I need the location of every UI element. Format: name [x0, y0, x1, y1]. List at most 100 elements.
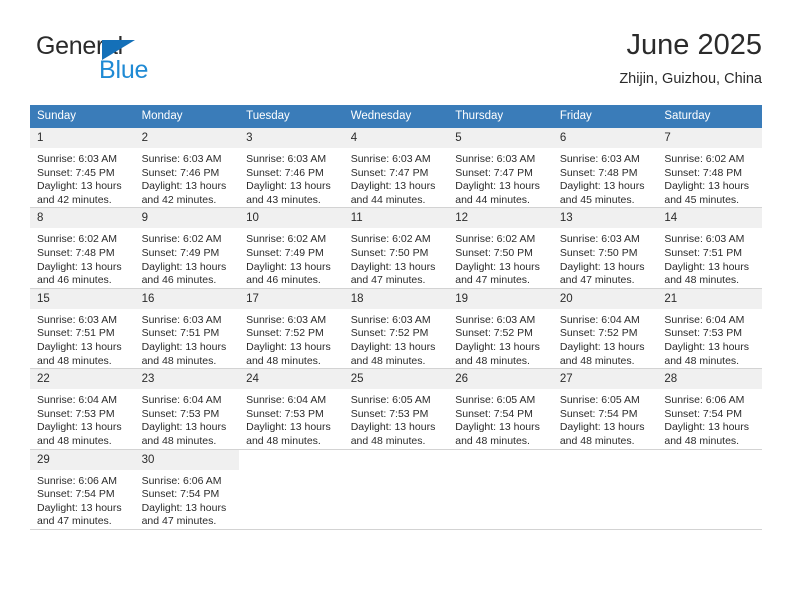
calendar-day-cell[interactable]: 1 Sunrise: 6:03 AM Sunset: 7:45 PM Daylight… [30, 126, 135, 209]
day-details: Sunrise: 6:03 AM Sunset: 7:52 PM Daylight:… [344, 309, 449, 368]
calendar-day-cell[interactable]: 23 Sunrise: 6:04 AM Sunset: 7:53 PM Dayligh… [134, 368, 240, 450]
day-details: Sunrise: 6:03 AM Sunset: 7:51 PM Daylight:… [30, 309, 135, 368]
sunrise-text: Sunrise: 6:02 AM [350, 233, 431, 246]
calendar-day-cell[interactable]: 27 Sunrise: 6:05 AM Sunset: 7:54 PM Dayligh… [552, 368, 658, 450]
sunrise-text: Sunrise: 6:06 AM [141, 474, 222, 487]
general-blue-logo[interactable]: General Blue [36, 32, 216, 88]
calendar-week-row: 22 Sunrise: 6:04 AM Sunset: 7:53 PM Dayligh… [30, 368, 762, 450]
day-number [657, 449, 762, 470]
sunrise-text: Sunrise: 6:05 AM [350, 394, 431, 407]
calendar-day-cell[interactable]: 10 Sunrise: 6:02 AM Sunset: 7:49 PM Dayligh… [239, 207, 344, 289]
weekday-header-thursday: Thursday [448, 105, 553, 128]
day-details: Sunrise: 6:03 AM Sunset: 7:47 PM Daylight:… [344, 148, 449, 207]
weekday-header-tuesday: Tuesday [239, 105, 344, 128]
calendar-day-cell[interactable]: 30 Sunrise: 6:06 AM Sunset: 7:54 PM Dayligh… [134, 448, 240, 530]
sunset-text: Sunset: 7:47 PM [350, 166, 429, 179]
calendar-day-cell[interactable]: 14 Sunrise: 6:03 AM Sunset: 7:51 PM Dayligh… [657, 207, 762, 289]
daylight-text-line2: and 42 minutes. [37, 193, 112, 206]
daylight-text-line2: and 45 minutes. [664, 193, 740, 206]
day-details: Sunrise: 6:02 AM Sunset: 7:48 PM Daylight:… [657, 148, 762, 207]
calendar-week-row: 8 Sunrise: 6:02 AM Sunset: 7:48 PM Daylight… [30, 207, 762, 289]
daylight-text-line1: Daylight: 13 hours [559, 180, 645, 193]
calendar-day-cell[interactable]: 4 Sunrise: 6:03 AM Sunset: 7:47 PM Daylight… [343, 126, 449, 209]
calendar-day-cell[interactable]: 17 Sunrise: 6:03 AM Sunset: 7:52 PM Dayligh… [239, 287, 344, 370]
day-number: 10 [239, 208, 344, 229]
calendar-day-cell[interactable]: 12 Sunrise: 6:02 AM Sunset: 7:50 PM Dayligh… [448, 207, 553, 289]
calendar-day-cell[interactable]: 26 Sunrise: 6:05 AM Sunset: 7:54 PM Dayligh… [448, 368, 553, 450]
sunrise-text: Sunrise: 6:03 AM [37, 313, 117, 326]
day-number [343, 449, 449, 470]
day-number: 24 [239, 369, 344, 390]
daylight-text-line1: Daylight: 13 hours [141, 260, 227, 273]
day-details: Sunrise: 6:02 AM Sunset: 7:49 PM Daylight:… [135, 228, 240, 287]
daylight-text-line2: and 48 minutes. [664, 354, 740, 367]
calendar-day-cell[interactable]: 3 Sunrise: 6:03 AM Sunset: 7:46 PM Daylight… [239, 126, 344, 209]
calendar-day-cell[interactable]: 7 Sunrise: 6:02 AM Sunset: 7:48 PM Daylight… [657, 126, 762, 209]
calendar-day-cell[interactable]: 6 Sunrise: 6:03 AM Sunset: 7:48 PM Daylight… [552, 126, 658, 209]
logo-text-blue: Blue [99, 56, 149, 84]
daylight-text-line1: Daylight: 13 hours [37, 340, 122, 353]
daylight-text-line2: and 45 minutes. [559, 193, 635, 206]
calendar-week-row: 15 Sunrise: 6:03 AM Sunset: 7:51 PM Dayligh… [30, 287, 762, 370]
day-details: Sunrise: 6:05 AM Sunset: 7:54 PM Daylight:… [553, 389, 658, 448]
daylight-text-line1: Daylight: 13 hours [37, 421, 122, 434]
calendar-day-cell[interactable]: 11 Sunrise: 6:02 AM Sunset: 7:50 PM Dayligh… [343, 207, 449, 289]
sunset-text: Sunset: 7:53 PM [664, 327, 743, 340]
daylight-text-line1: Daylight: 13 hours [455, 421, 540, 434]
daylight-text-line2: and 48 minutes. [141, 434, 217, 447]
sunset-text: Sunset: 7:53 PM [246, 407, 324, 420]
day-details: Sunrise: 6:05 AM Sunset: 7:54 PM Daylight:… [448, 389, 553, 448]
sunrise-text: Sunrise: 6:03 AM [559, 153, 640, 165]
day-details: Sunrise: 6:03 AM Sunset: 7:45 PM Daylight:… [30, 148, 135, 207]
calendar-empty-cell [657, 448, 762, 530]
daylight-text-line2: and 48 minutes. [559, 434, 635, 447]
calendar-day-cell[interactable]: 15 Sunrise: 6:03 AM Sunset: 7:51 PM Dayligh… [30, 287, 135, 370]
calendar-day-cell[interactable]: 29 Sunrise: 6:06 AM Sunset: 7:54 PM Dayligh… [30, 448, 135, 530]
calendar-day-cell[interactable]: 2 Sunrise: 6:03 AM Sunset: 7:46 PM Daylight… [134, 126, 240, 209]
calendar-day-cell[interactable]: 21 Sunrise: 6:04 AM Sunset: 7:53 PM Dayligh… [657, 287, 762, 370]
calendar-empty-cell [239, 448, 344, 530]
sunrise-text: Sunrise: 6:03 AM [664, 233, 745, 246]
day-details: Sunrise: 6:03 AM Sunset: 7:50 PM Daylight:… [553, 228, 658, 287]
sunset-text: Sunset: 7:53 PM [37, 407, 115, 420]
day-number: 29 [30, 449, 135, 470]
daylight-text-line1: Daylight: 13 hours [559, 421, 645, 434]
sunrise-text: Sunrise: 6:04 AM [559, 313, 640, 326]
calendar-day-cell[interactable]: 9 Sunrise: 6:02 AM Sunset: 7:49 PM Daylight… [134, 207, 240, 289]
sunrise-text: Sunrise: 6:05 AM [455, 394, 536, 407]
daylight-text-line2: and 47 minutes. [559, 274, 635, 287]
daylight-text-line1: Daylight: 13 hours [455, 340, 540, 353]
daylight-text-line2: and 42 minutes. [141, 193, 217, 206]
daylight-text-line1: Daylight: 13 hours [455, 260, 540, 273]
day-details: Sunrise: 6:02 AM Sunset: 7:50 PM Daylight:… [344, 228, 449, 287]
calendar-day-cell[interactable]: 25 Sunrise: 6:05 AM Sunset: 7:53 PM Dayligh… [343, 368, 449, 450]
weekday-header-friday: Friday [552, 105, 658, 128]
day-number: 21 [657, 288, 762, 309]
weekday-header-wednesday: Wednesday [343, 105, 449, 128]
daylight-text-line1: Daylight: 13 hours [246, 421, 331, 434]
calendar-day-cell[interactable]: 5 Sunrise: 6:03 AM Sunset: 7:47 PM Daylight… [448, 126, 553, 209]
sunrise-text: Sunrise: 6:04 AM [664, 313, 745, 326]
calendar-day-cell[interactable]: 20 Sunrise: 6:04 AM Sunset: 7:52 PM Dayligh… [552, 287, 658, 370]
calendar-day-cell[interactable]: 22 Sunrise: 6:04 AM Sunset: 7:53 PM Dayligh… [30, 368, 135, 450]
daylight-text-line1: Daylight: 13 hours [246, 260, 331, 273]
daylight-text-line1: Daylight: 13 hours [350, 340, 436, 353]
sunset-text: Sunset: 7:54 PM [559, 407, 638, 420]
calendar-day-cell[interactable]: 16 Sunrise: 6:03 AM Sunset: 7:51 PM Dayligh… [134, 287, 240, 370]
calendar-day-cell[interactable]: 19 Sunrise: 6:03 AM Sunset: 7:52 PM Dayligh… [448, 287, 553, 370]
daylight-text-line2: and 48 minutes. [37, 354, 112, 367]
day-number: 26 [448, 369, 553, 390]
daylight-text-line2: and 46 minutes. [141, 274, 217, 287]
calendar-day-cell[interactable]: 24 Sunrise: 6:04 AM Sunset: 7:53 PM Dayligh… [239, 368, 344, 450]
calendar-day-cell[interactable]: 8 Sunrise: 6:02 AM Sunset: 7:48 PM Daylight… [30, 207, 135, 289]
daylight-text-line1: Daylight: 13 hours [664, 260, 750, 273]
calendar-day-cell[interactable]: 18 Sunrise: 6:03 AM Sunset: 7:52 PM Dayligh… [343, 287, 449, 370]
daylight-text-line2: and 48 minutes. [350, 354, 426, 367]
day-number [552, 449, 658, 470]
daylight-text-line2: and 46 minutes. [37, 274, 112, 287]
calendar-day-cell[interactable]: 13 Sunrise: 6:03 AM Sunset: 7:50 PM Dayligh… [552, 207, 658, 289]
sunrise-text: Sunrise: 6:03 AM [246, 153, 327, 165]
daylight-text-line2: and 44 minutes. [455, 193, 530, 206]
page-subtitle: Zhijin, Guizhou, China [619, 71, 762, 87]
calendar-day-cell[interactable]: 28 Sunrise: 6:06 AM Sunset: 7:54 PM Dayligh… [657, 368, 762, 450]
